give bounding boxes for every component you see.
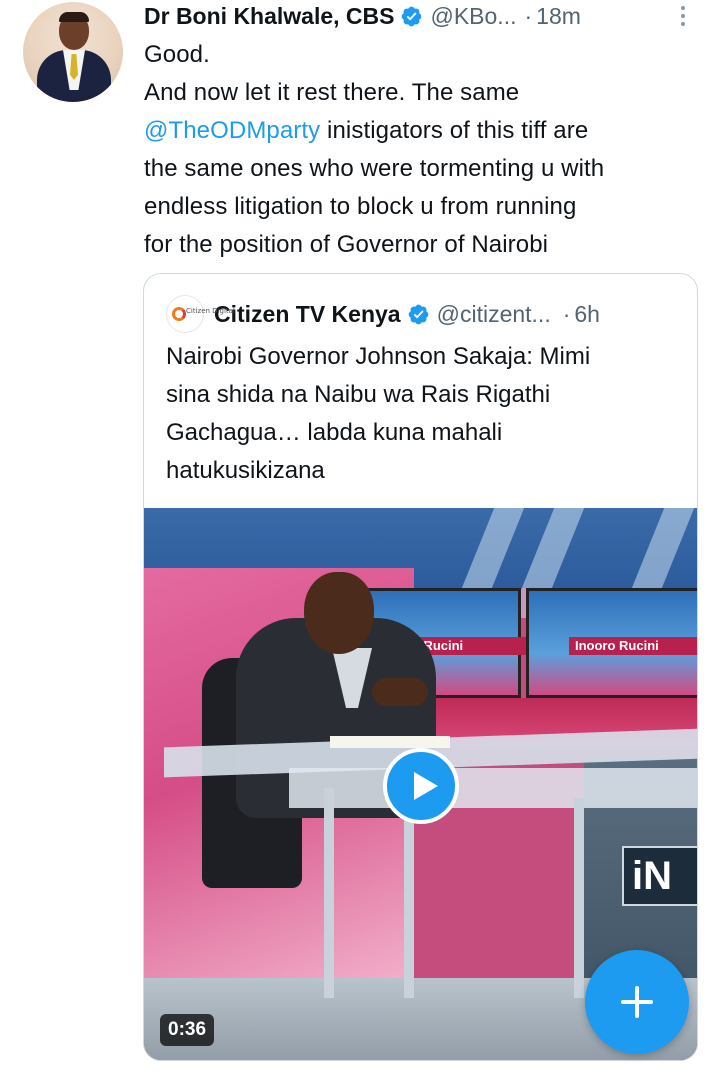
verified-badge-icon	[402, 6, 422, 26]
quoted-header-separator: ·	[562, 300, 571, 327]
desk-leg	[324, 788, 334, 998]
tweet-timestamp[interactable]: 18m	[536, 3, 581, 30]
tweet-line: for the position of Governor of Nairobi	[144, 231, 549, 258]
tweet-line: Good.	[144, 41, 210, 68]
quoted-timestamp[interactable]: 6h	[574, 301, 600, 328]
tweet-line: endless litigation to block u from runni…	[144, 193, 577, 220]
compose-tweet-button[interactable]	[585, 950, 689, 1054]
desk-leg	[574, 798, 584, 998]
citizen-logo-icon[interactable]: Citizen Digital	[166, 295, 235, 333]
tweet-body: Good. And now let it rest there. The sam…	[144, 36, 704, 264]
quoted-line: Gachagua… labda kuna mahali	[166, 419, 503, 446]
author-name[interactable]: Dr Boni Khalwale, CBS	[144, 3, 394, 30]
tweet-line: @TheODMparty inistigators of this tiff a…	[144, 117, 589, 144]
video-duration: 0:36	[160, 1014, 215, 1046]
verified-badge-icon	[408, 304, 428, 324]
author-handle[interactable]: @KBo...	[430, 3, 516, 30]
avatar-hair	[59, 12, 89, 22]
studio-desk-front	[289, 768, 697, 808]
quoted-line: sina shida na Naibu wa Rais Rigathi	[166, 381, 551, 408]
studio-screen: Inooro Rucini	[526, 588, 697, 698]
presenter-head	[304, 572, 374, 654]
quoted-tweet-header: Citizen Digital Citizen TV Kenya @citize…	[166, 295, 686, 333]
mention-link[interactable]: @TheODMparty	[144, 117, 320, 144]
tweet-line: the same ones who were tormenting u with	[144, 155, 605, 182]
quoted-line: Nairobi Governor Johnson Sakaja: Mimi	[166, 343, 591, 370]
presenter-hands	[372, 678, 428, 706]
screen-caption: Inooro Rucini	[569, 637, 697, 655]
desk-papers	[330, 736, 450, 748]
quoted-tweet-body: Nairobi Governor Johnson Sakaja: Mimi si…	[166, 338, 686, 490]
tweet-header: Dr Boni Khalwale, CBS @KBo... · 18m	[144, 0, 704, 32]
quoted-author-name[interactable]: Citizen TV Kenya	[214, 301, 401, 328]
quoted-line: hatukusikizana	[166, 457, 325, 484]
quoted-author-handle[interactable]: @citizent...	[437, 301, 551, 328]
quoted-tweet-card[interactable]: Citizen Digital Citizen TV Kenya @citize…	[143, 273, 698, 1061]
tweet-line: And now let it rest there. The same	[144, 79, 520, 106]
studio-logo-wall: iN	[622, 846, 697, 906]
more-vertical-icon[interactable]	[678, 6, 688, 28]
desk-leg	[404, 798, 414, 998]
author-avatar[interactable]	[23, 2, 123, 102]
header-separator: ·	[524, 2, 533, 29]
play-icon[interactable]	[383, 748, 459, 824]
